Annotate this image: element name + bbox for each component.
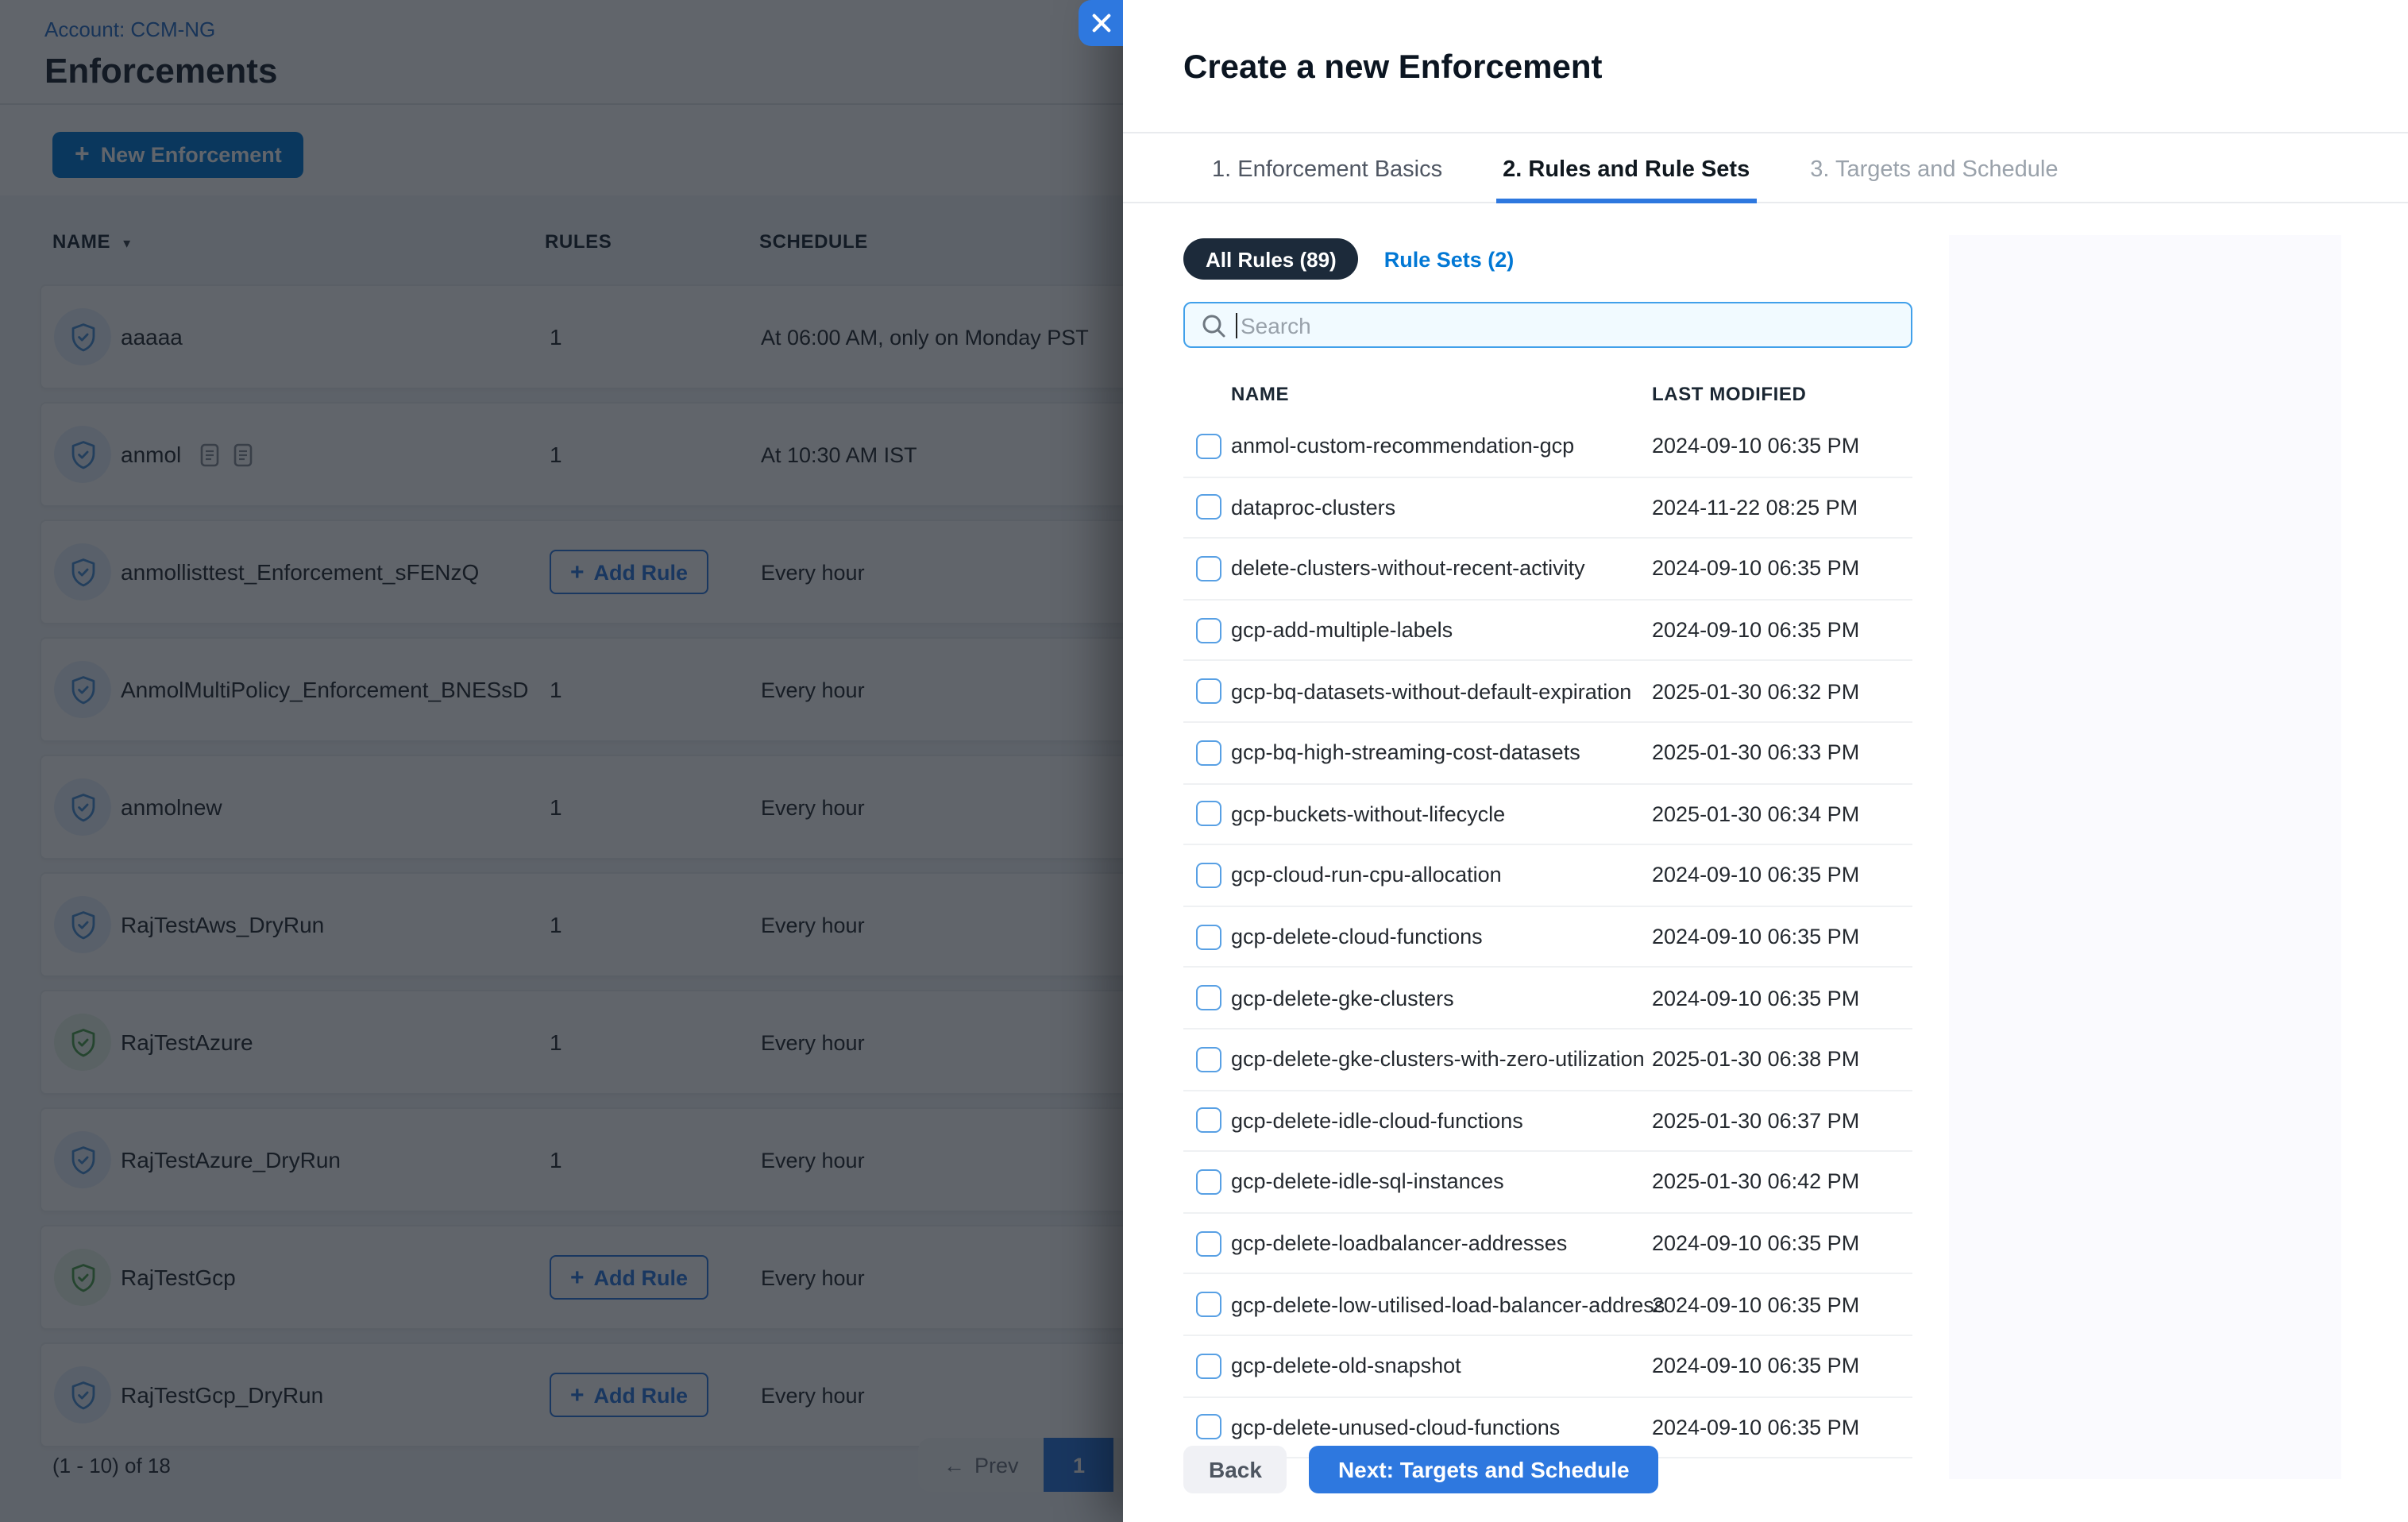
rule-checkbox[interactable]	[1196, 740, 1221, 766]
rule-name: gcp-delete-old-snapshot	[1231, 1354, 1461, 1377]
rule-checkbox[interactable]	[1196, 1292, 1221, 1317]
rule-last-modified: 2024-09-10 06:35 PM	[1652, 618, 1859, 642]
rule-name: dataproc-clusters	[1231, 496, 1395, 520]
create-enforcement-drawer: Create a new Enforcement 1. Enforcement …	[1123, 0, 2408, 1522]
rule-row[interactable]: gcp-delete-idle-sql-instances 2025-01-30…	[1183, 1152, 1912, 1213]
rule-row[interactable]: gcp-delete-loadbalancer-addresses 2024-0…	[1183, 1213, 1912, 1274]
rule-last-modified: 2025-01-30 06:34 PM	[1652, 802, 1859, 826]
rule-checkbox[interactable]	[1196, 924, 1221, 949]
rule-last-modified: 2024-11-22 08:25 PM	[1652, 496, 1858, 520]
rule-last-modified: 2025-01-30 06:38 PM	[1652, 1047, 1859, 1071]
drawer-title: Create a new Enforcement	[1183, 49, 1603, 87]
close-button[interactable]	[1079, 0, 1123, 46]
rule-name: delete-clusters-without-recent-activity	[1231, 557, 1585, 581]
tab-rule-sets[interactable]: Rule Sets (2)	[1384, 247, 1515, 271]
rule-name: gcp-delete-cloud-functions	[1231, 925, 1483, 948]
rule-checkbox[interactable]	[1196, 434, 1221, 459]
rule-checkbox[interactable]	[1196, 1353, 1221, 1378]
rules-column-name: NAME	[1231, 383, 1289, 405]
rule-checkbox[interactable]	[1196, 617, 1221, 643]
rule-name: gcp-delete-unused-cloud-functions	[1231, 1416, 1560, 1439]
screen: Account: CCM-NG Enforcements + New Enfor…	[0, 0, 2408, 1522]
rule-checkbox[interactable]	[1196, 1046, 1221, 1072]
rule-row[interactable]: gcp-bq-datasets-without-default-expirati…	[1183, 662, 1912, 723]
rules-list: anmol-custom-recommendation-gcp 2024-09-…	[1183, 416, 1912, 1458]
rule-last-modified: 2025-01-30 06:37 PM	[1652, 1109, 1859, 1133]
rule-last-modified: 2025-01-30 06:32 PM	[1652, 679, 1859, 703]
rule-checkbox[interactable]	[1196, 802, 1221, 827]
step-enforcement-basics[interactable]: 1. Enforcement Basics	[1206, 140, 1449, 203]
step-rules-and-rule-sets[interactable]: 2. Rules and Rule Sets	[1496, 140, 1756, 203]
rules-tabs: All Rules (89) Rule Sets (2)	[1183, 238, 1514, 280]
rule-row[interactable]: gcp-delete-idle-cloud-functions 2025-01-…	[1183, 1091, 1912, 1152]
rule-name: gcp-add-multiple-labels	[1231, 618, 1453, 642]
rule-name: gcp-bq-datasets-without-default-expirati…	[1231, 679, 1631, 703]
rule-checkbox[interactable]	[1196, 1415, 1221, 1440]
rule-last-modified: 2024-09-10 06:35 PM	[1652, 1354, 1859, 1377]
rule-checkbox[interactable]	[1196, 678, 1221, 704]
rule-name: gcp-bq-high-streaming-cost-datasets	[1231, 741, 1580, 765]
rule-last-modified: 2024-09-10 06:35 PM	[1652, 1292, 1859, 1316]
rule-row[interactable]: gcp-delete-gke-clusters-with-zero-utiliz…	[1183, 1029, 1912, 1091]
drawer-footer: Back Next: Targets and Schedule	[1183, 1446, 1658, 1493]
rules-list-header: NAME LAST MODIFIED	[1183, 375, 1912, 416]
rule-last-modified: 2024-09-10 06:35 PM	[1652, 925, 1859, 948]
search-input[interactable]	[1237, 312, 1911, 338]
rules-column-last-modified: LAST MODIFIED	[1652, 383, 1806, 405]
next-targets-schedule-button[interactable]: Next: Targets and Schedule	[1310, 1446, 1658, 1493]
rule-name: anmol-custom-recommendation-gcp	[1231, 435, 1574, 458]
rule-last-modified: 2024-09-10 06:35 PM	[1652, 435, 1859, 458]
step-targets-and-schedule[interactable]: 3. Targets and Schedule	[1804, 140, 2064, 203]
rule-last-modified: 2024-09-10 06:35 PM	[1652, 986, 1859, 1010]
search-icon	[1201, 312, 1226, 338]
rule-name: gcp-delete-loadbalancer-addresses	[1231, 1231, 1567, 1255]
rule-row[interactable]: gcp-delete-cloud-functions 2024-09-10 06…	[1183, 907, 1912, 968]
drawer-header-divider	[1123, 132, 2408, 133]
rule-last-modified: 2024-09-10 06:35 PM	[1652, 863, 1859, 887]
rules-search[interactable]	[1183, 302, 1912, 348]
rule-row[interactable]: gcp-buckets-without-lifecycle 2025-01-30…	[1183, 784, 1912, 845]
selection-side-panel	[1949, 235, 2341, 1479]
rule-row[interactable]: anmol-custom-recommendation-gcp 2024-09-…	[1183, 416, 1912, 477]
rule-last-modified: 2025-01-30 06:33 PM	[1652, 741, 1859, 765]
rule-last-modified: 2024-09-10 06:35 PM	[1652, 557, 1859, 581]
rule-checkbox[interactable]	[1196, 1230, 1221, 1256]
back-button[interactable]: Back	[1183, 1446, 1287, 1493]
rule-row[interactable]: gcp-delete-old-snapshot 2024-09-10 06:35…	[1183, 1336, 1912, 1397]
rule-checkbox[interactable]	[1196, 1169, 1221, 1195]
rule-row[interactable]: delete-clusters-without-recent-activity …	[1183, 539, 1912, 600]
rule-last-modified: 2025-01-30 06:42 PM	[1652, 1170, 1859, 1194]
rule-name: gcp-delete-gke-clusters-with-zero-utiliz…	[1231, 1047, 1645, 1071]
rule-row[interactable]: gcp-cloud-run-cpu-allocation 2024-09-10 …	[1183, 845, 1912, 906]
rule-row[interactable]: gcp-bq-high-streaming-cost-datasets 2025…	[1183, 723, 1912, 784]
rule-checkbox[interactable]	[1196, 1108, 1221, 1134]
rule-name: gcp-cloud-run-cpu-allocation	[1231, 863, 1502, 887]
rule-name: gcp-buckets-without-lifecycle	[1231, 802, 1505, 826]
tab-all-rules[interactable]: All Rules (89)	[1183, 238, 1359, 280]
rule-checkbox[interactable]	[1196, 863, 1221, 888]
rule-row[interactable]: gcp-add-multiple-labels 2024-09-10 06:35…	[1183, 601, 1912, 662]
rule-checkbox[interactable]	[1196, 556, 1221, 581]
rule-name: gcp-delete-gke-clusters	[1231, 986, 1454, 1010]
close-icon	[1090, 13, 1111, 33]
rule-name: gcp-delete-idle-sql-instances	[1231, 1170, 1504, 1194]
rule-checkbox[interactable]	[1196, 495, 1221, 520]
rule-row[interactable]: gcp-delete-low-utilised-load-balancer-ad…	[1183, 1275, 1912, 1336]
rule-row[interactable]: dataproc-clusters 2024-11-22 08:25 PM	[1183, 477, 1912, 539]
rule-last-modified: 2024-09-10 06:35 PM	[1652, 1416, 1859, 1439]
rule-name: gcp-delete-idle-cloud-functions	[1231, 1109, 1523, 1133]
rule-row[interactable]: gcp-delete-gke-clusters 2024-09-10 06:35…	[1183, 968, 1912, 1029]
rule-name: gcp-delete-low-utilised-load-balancer-ad…	[1231, 1292, 1665, 1316]
wizard-steps: 1. Enforcement Basics 2. Rules and Rule …	[1123, 140, 2408, 203]
rule-checkbox[interactable]	[1196, 985, 1221, 1010]
rule-last-modified: 2024-09-10 06:35 PM	[1652, 1231, 1859, 1255]
